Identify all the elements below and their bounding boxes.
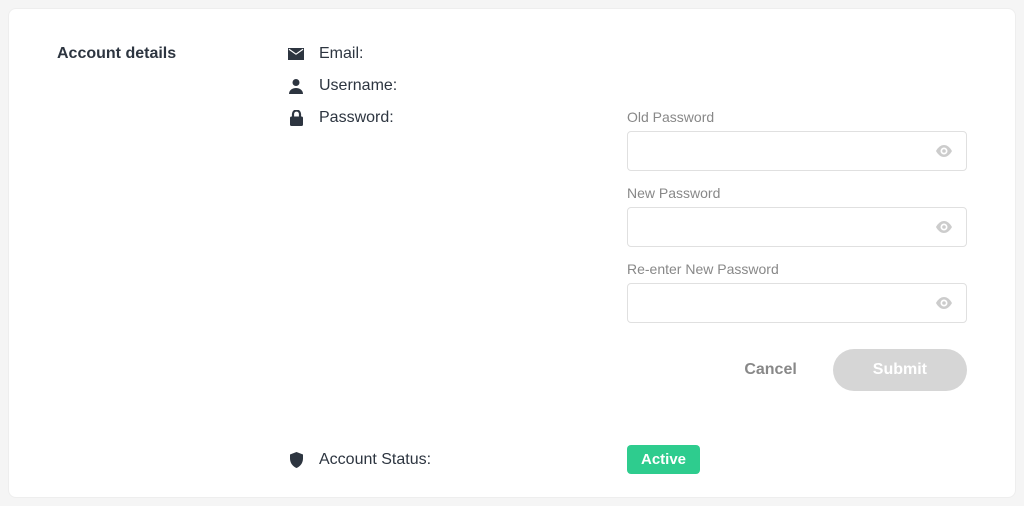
toggle-new-password-visibility[interactable] — [931, 217, 957, 237]
new-password-group: New Password — [627, 185, 967, 247]
new-password-label: New Password — [627, 185, 967, 201]
reenter-password-input[interactable] — [627, 283, 967, 323]
account-details-card: Account details Email: Username: — [8, 8, 1016, 498]
toggle-reenter-password-visibility[interactable] — [931, 293, 957, 313]
toggle-old-password-visibility[interactable] — [931, 141, 957, 161]
reenter-password-label: Re-enter New Password — [627, 261, 967, 277]
user-icon — [287, 78, 305, 94]
shield-icon — [287, 452, 305, 468]
eye-icon — [935, 145, 953, 157]
submit-button[interactable]: Submit — [833, 349, 967, 391]
username-row: Username: — [287, 77, 967, 95]
password-row: Password: Old Password New Password — [287, 109, 967, 391]
password-actions: Cancel Submit — [627, 349, 967, 391]
password-label: Password: — [319, 109, 394, 127]
old-password-group: Old Password — [627, 109, 967, 171]
account-status-row: Account Status: Active — [287, 445, 967, 474]
new-password-input[interactable] — [627, 207, 967, 247]
email-icon — [287, 48, 305, 60]
reenter-password-group: Re-enter New Password — [627, 261, 967, 323]
lock-icon — [287, 110, 305, 126]
section-title-container: Account details — [57, 45, 247, 474]
email-label: Email: — [319, 45, 363, 63]
old-password-label: Old Password — [627, 109, 967, 125]
status-badge: Active — [627, 445, 700, 474]
account-status-label: Account Status: — [319, 451, 431, 469]
old-password-input[interactable] — [627, 131, 967, 171]
section-title: Account details — [57, 45, 247, 63]
username-label: Username: — [319, 77, 397, 95]
cancel-button[interactable]: Cancel — [726, 351, 814, 389]
eye-icon — [935, 297, 953, 309]
email-row: Email: — [287, 45, 967, 63]
eye-icon — [935, 221, 953, 233]
